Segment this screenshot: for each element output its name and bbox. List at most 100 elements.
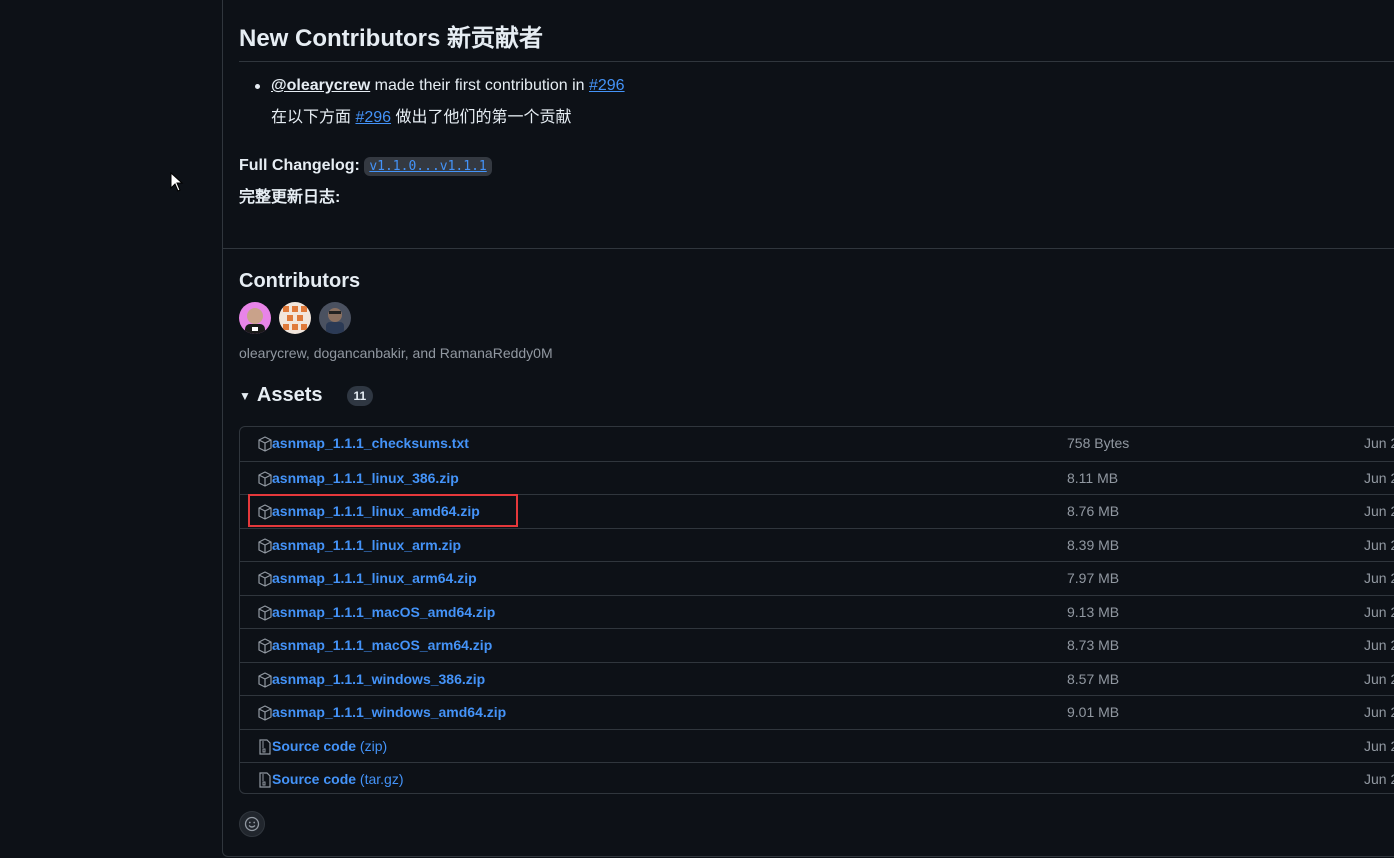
asset-date: Jun 2 bbox=[1364, 704, 1394, 720]
asset-size: 9.13 MB bbox=[1067, 603, 1120, 620]
asset-name-text: asnmap_1.1.1_windows_amd64.zip bbox=[272, 704, 507, 720]
asset-size: 7.97 MB bbox=[1067, 570, 1120, 586]
asset-date: Jun 2 bbox=[1364, 469, 1394, 486]
package-icon bbox=[258, 638, 272, 654]
asset-row: asnmap_1.1.1_linux_386.zip 8.11 MB Jun 2 bbox=[240, 460, 1394, 495]
avatar[interactable] bbox=[319, 302, 351, 334]
pr-link[interactable]: #296 bbox=[589, 77, 625, 94]
left-gutter bbox=[0, 0, 222, 858]
asset-row: asnmap_1.1.1_windows_amd64.zip 9.01 MB Jun… bbox=[240, 695, 1394, 729]
asset-date: Jun 2 bbox=[1364, 536, 1394, 553]
package-icon bbox=[258, 537, 272, 554]
asset-name-text: asnmap_1.1.1_linux_arm.zip bbox=[272, 536, 462, 553]
caret-down-icon: ▼ bbox=[239, 388, 251, 403]
asset-size: 8.57 MB bbox=[1067, 670, 1120, 687]
contributor-avatars bbox=[239, 302, 351, 334]
asset-name-text: asnmap_1.1.1_linux_arm64.zip bbox=[272, 570, 477, 586]
avatar-dogancanbakir-icon bbox=[279, 302, 311, 334]
contributor-names: olearycrew, dogancanbakir, and RamanaRed… bbox=[239, 345, 553, 361]
compare-link[interactable]: v1.1.0...v1.1.1 bbox=[364, 157, 492, 176]
asset-suffix-text: (zip) bbox=[356, 737, 388, 754]
asset-date: Jun 2 bbox=[1364, 603, 1394, 620]
new-contributors-heading: New Contributors 新贡献者 bbox=[239, 18, 1394, 62]
asset-download-link[interactable]: asnmap_1.1.1_linux_386.zip bbox=[272, 470, 459, 486]
asset-row: asnmap_1.1.1_macOS_arm64.zip 8.73 MB Jun 2 bbox=[240, 628, 1394, 662]
changelog-section: Full Changelog: v1.1.0...v1.1.1 完整更新日志: bbox=[239, 154, 492, 210]
avatar[interactable] bbox=[239, 302, 271, 334]
full-changelog-line: Full Changelog: v1.1.0...v1.1.1 bbox=[239, 154, 492, 179]
add-reaction-button[interactable] bbox=[239, 811, 265, 837]
contributors-heading: Contributors bbox=[239, 270, 361, 292]
asset-name-text: asnmap_1.1.1_macOS_arm64.zip bbox=[272, 637, 493, 653]
release-notes: New Contributors 新贡献者 @olearycrew made t… bbox=[223, 0, 1394, 249]
cn-suffix-text: 做出了他们的第一个贡献 bbox=[391, 109, 572, 126]
asset-date: Jun 2 bbox=[1364, 670, 1394, 687]
asset-date: Jun 2 bbox=[1364, 503, 1394, 519]
package-icon bbox=[258, 671, 272, 688]
package-icon bbox=[258, 436, 272, 452]
asset-size: 758 Bytes bbox=[1067, 435, 1130, 451]
changelog-colon: : bbox=[354, 157, 365, 174]
package-icon bbox=[258, 604, 272, 621]
asset-download-link[interactable]: Source code (tar.gz) bbox=[272, 771, 404, 787]
assets-list: asnmap_1.1.1_checksums.txt 758 Bytes Jun 2… bbox=[239, 426, 1394, 794]
asset-date: Jun 2 bbox=[1364, 570, 1394, 586]
asset-name-text: asnmap_1.1.1_linux_386.zip bbox=[272, 469, 459, 486]
asset-date: Jun 2 bbox=[1364, 771, 1394, 787]
asset-download-link[interactable]: asnmap_1.1.1_windows_386.zip bbox=[272, 671, 485, 687]
asset-size: 8.76 MB bbox=[1067, 503, 1120, 519]
asset-row: Source code (tar.gz) Jun 2 bbox=[240, 762, 1394, 796]
full-changelog-label: Full Changelog bbox=[239, 157, 355, 174]
asset-row: Source code (zip) Jun 2 bbox=[240, 728, 1394, 763]
list-item-translation: 在以下方面 #296 做出了他们的第一个贡献 bbox=[271, 106, 625, 130]
asset-download-link[interactable]: Source code (zip) bbox=[272, 738, 387, 754]
asset-name-text: asnmap_1.1.1_windows_386.zip bbox=[272, 670, 486, 687]
file-zip-icon bbox=[259, 738, 271, 755]
package-icon bbox=[258, 705, 272, 721]
asset-size: 8.73 MB bbox=[1067, 637, 1120, 653]
asset-row: asnmap_1.1.1_linux_arm64.zip 7.97 MB Jun 2 bbox=[240, 561, 1394, 595]
list-item: @olearycrew made their first contributio… bbox=[255, 74, 625, 98]
asset-download-link[interactable]: asnmap_1.1.1_windows_amd64.zip bbox=[272, 704, 506, 720]
user-mention-link[interactable]: @olearycrew bbox=[271, 77, 370, 94]
assets-toggle[interactable]: ▼ Assets 11 bbox=[239, 384, 374, 407]
smiley-icon bbox=[244, 816, 260, 832]
asset-row: asnmap_1.1.1_checksums.txt 758 Bytes Jun 2 bbox=[240, 427, 1394, 461]
new-contributors-list: @olearycrew made their first contributio… bbox=[255, 74, 625, 130]
asset-name-text: Source code bbox=[272, 737, 357, 754]
asset-row: asnmap_1.1.1_windows_386.zip 8.57 MB Jun 2 bbox=[240, 661, 1394, 696]
asset-download-link[interactable]: asnmap_1.1.1_linux_arm64.zip bbox=[272, 570, 477, 586]
asset-row: asnmap_1.1.1_macOS_amd64.zip 9.13 MB Jun 2 bbox=[240, 594, 1394, 629]
asset-row: asnmap_1.1.1_linux_arm.zip 8.39 MB Jun 2 bbox=[240, 527, 1394, 562]
bullet-icon bbox=[255, 84, 260, 89]
avatar-olearycrew-icon bbox=[239, 302, 271, 334]
cn-pr-link[interactable]: #296 bbox=[355, 109, 391, 126]
contribution-text: made their first contribution in bbox=[370, 77, 589, 94]
asset-download-link[interactable]: asnmap_1.1.1_macOS_arm64.zip bbox=[272, 637, 492, 653]
asset-size: 8.39 MB bbox=[1067, 536, 1120, 553]
cn-prefix-text: 在以下方面 bbox=[271, 109, 356, 126]
assets-count-badge: 11 bbox=[346, 385, 374, 406]
asset-size: 9.01 MB bbox=[1067, 704, 1120, 720]
avatar[interactable] bbox=[279, 302, 311, 334]
asset-date: Jun 2 bbox=[1364, 737, 1394, 754]
asset-date: Jun 2 bbox=[1364, 435, 1394, 451]
avatar-ramanareddy-icon bbox=[319, 302, 351, 334]
asset-name-text: asnmap_1.1.1_checksums.txt bbox=[272, 435, 469, 451]
asset-date: Jun 2 bbox=[1364, 637, 1394, 653]
asset-name-text: Source code bbox=[272, 771, 357, 787]
highlight-box bbox=[248, 494, 518, 527]
asset-download-link[interactable]: asnmap_1.1.1_linux_arm.zip bbox=[272, 537, 461, 553]
asset-name-text: asnmap_1.1.1_macOS_amd64.zip bbox=[272, 603, 496, 620]
package-icon bbox=[258, 571, 272, 587]
asset-download-link[interactable]: asnmap_1.1.1_macOS_amd64.zip bbox=[272, 604, 495, 620]
release-card: New Contributors 新贡献者 @olearycrew made t… bbox=[222, 0, 1394, 857]
assets-heading: Assets bbox=[256, 384, 323, 406]
mouse-cursor-icon bbox=[170, 172, 184, 192]
asset-size: 8.11 MB bbox=[1067, 469, 1119, 486]
file-zip-icon bbox=[259, 772, 271, 788]
package-icon bbox=[258, 470, 272, 487]
asset-suffix-text: (tar.gz) bbox=[356, 771, 404, 787]
cn-changelog-label: 完整更新日志: bbox=[239, 189, 341, 206]
asset-download-link[interactable]: asnmap_1.1.1_checksums.txt bbox=[272, 435, 469, 451]
